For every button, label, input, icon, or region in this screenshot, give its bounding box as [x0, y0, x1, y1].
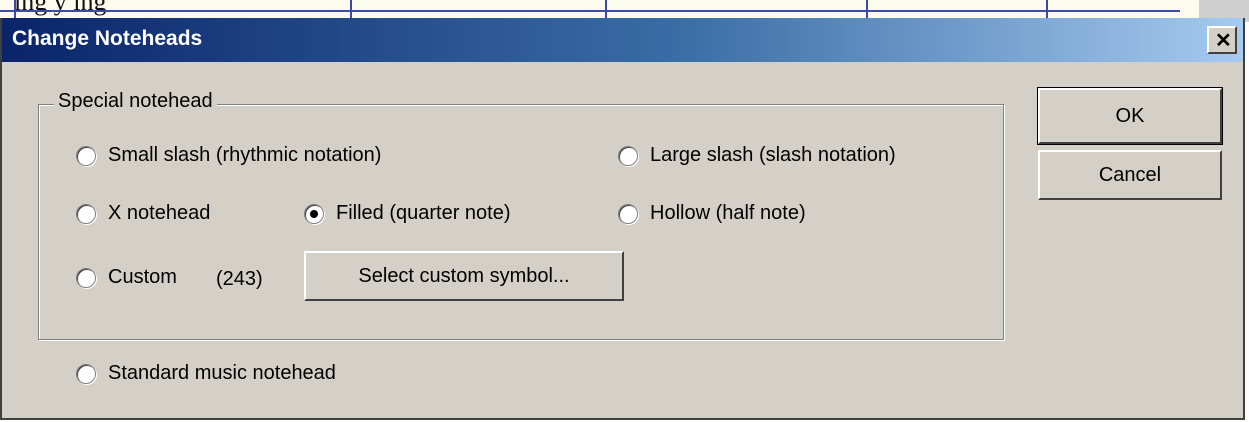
radio-filled[interactable]: Filled (quarter note) [304, 202, 511, 225]
radio-x-notehead-label: X notehead [108, 202, 211, 224]
special-notehead-label: Special notehead [54, 90, 217, 113]
radio-x-notehead[interactable]: X notehead [76, 202, 210, 225]
custom-symbol-code: (243) [216, 268, 263, 290]
radio-x-notehead-button[interactable] [76, 203, 96, 224]
radio-small-slash-label: Small slash (rhythmic notation) [108, 144, 382, 166]
radio-standard-notehead-label: Standard music notehead [108, 362, 336, 384]
radio-custom[interactable]: Custom [76, 266, 177, 289]
radio-standard-notehead-button[interactable] [76, 363, 96, 384]
title-bar[interactable]: Change Noteheads ✕ [2, 18, 1243, 62]
radio-large-slash-label: Large slash (slash notation) [650, 144, 896, 166]
radio-filled-button[interactable] [304, 203, 324, 224]
ok-button[interactable]: OK [1037, 87, 1223, 145]
change-noteheads-dialog: Change Noteheads ✕ Special notehead Smal… [0, 18, 1245, 420]
radio-hollow-button[interactable] [618, 203, 638, 224]
close-button[interactable]: ✕ [1207, 26, 1237, 54]
radio-standard-notehead[interactable]: Standard music notehead [76, 362, 336, 385]
radio-custom-label: Custom [108, 266, 177, 288]
radio-custom-button[interactable] [76, 267, 96, 288]
dialog-title: Change Noteheads [12, 27, 203, 50]
select-custom-symbol-button[interactable]: Select custom symbol... [304, 251, 624, 301]
radio-hollow[interactable]: Hollow (half note) [618, 202, 806, 225]
cancel-button[interactable]: Cancel [1038, 150, 1222, 200]
background-text: ing y ing [14, 0, 107, 16]
radio-large-slash-button[interactable] [618, 145, 638, 166]
radio-filled-label: Filled (quarter note) [336, 202, 511, 224]
radio-large-slash[interactable]: Large slash (slash notation) [618, 144, 896, 167]
close-icon: ✕ [1215, 30, 1232, 52]
radio-hollow-label: Hollow (half note) [650, 202, 806, 224]
radio-small-slash-button[interactable] [76, 145, 96, 166]
radio-small-slash[interactable]: Small slash (rhythmic notation) [76, 144, 381, 167]
